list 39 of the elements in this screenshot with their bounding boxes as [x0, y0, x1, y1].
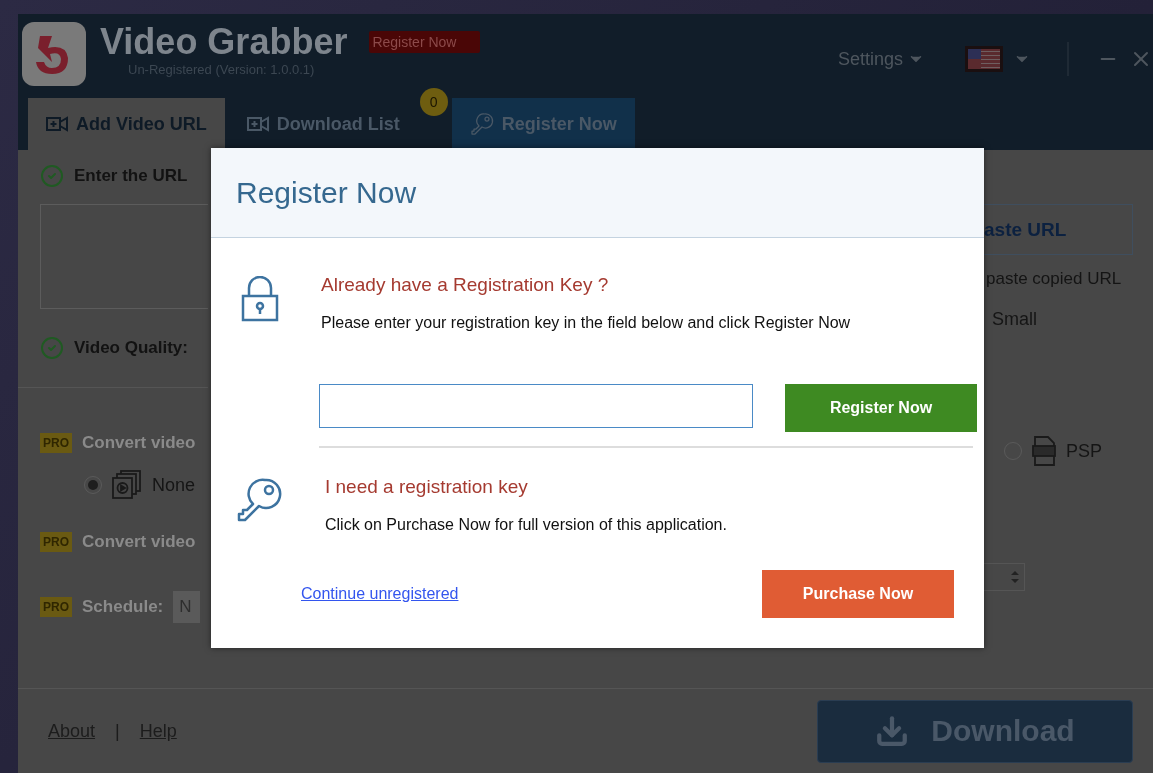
dialog-title: Register Now: [236, 175, 417, 210]
tab[interactable]: Register Now: [451, 98, 635, 150]
download-icon: [875, 714, 910, 748]
video-stack-icon: [112, 470, 142, 500]
us-flag-icon[interactable]: [965, 46, 1003, 72]
convert-label: Convert video: [82, 433, 196, 453]
schedule-label: Schedule:: [82, 597, 164, 617]
settings-menu[interactable]: Settings: [837, 48, 925, 70]
key-icon: [469, 112, 494, 136]
continue-unregistered-link[interactable]: Continue unregistered: [301, 585, 459, 603]
key-icon: [235, 476, 283, 524]
tab[interactable]: Download List: [228, 98, 418, 150]
pro-badge: PRO: [40, 597, 72, 617]
check-circle-icon: [40, 336, 64, 360]
register-now-button[interactable]: Register Now: [785, 384, 977, 432]
url-input-field[interactable]: [40, 204, 208, 309]
registration-key-field[interactable]: [319, 384, 753, 428]
register-now-badge[interactable]: Register Now: [369, 31, 481, 53]
tab[interactable]: Add Video URL: [28, 98, 225, 150]
app-title: Video Grabber: [100, 22, 348, 62]
convert-label: Convert video: [82, 532, 196, 552]
need-key-heading: I need a registration key: [325, 476, 529, 498]
need-key-text: Click on Purchase Now for full version of this application.: [325, 516, 728, 534]
video-add-icon: [46, 116, 68, 132]
count-badge: 0: [419, 88, 448, 116]
padlock-icon: [241, 276, 279, 322]
check-circle-icon: [40, 164, 64, 188]
spinner-field[interactable]: [984, 563, 1025, 591]
link-separator: |: [115, 720, 120, 742]
purchase-now-button[interactable]: Purchase Now: [762, 570, 954, 618]
pro-badge: PRO: [40, 532, 72, 552]
psp-file-icon: [1032, 436, 1056, 466]
paste-url-button[interactable]: aste URL: [984, 204, 1133, 255]
have-key-heading: Already have a Registration Key ?: [321, 274, 610, 296]
spinner-arrows-icon: [1010, 569, 1020, 585]
video-download-icon: [246, 116, 269, 132]
pro-badge: PRO: [40, 433, 72, 453]
have-key-text: Please enter your registration key in the field below and click Register Now: [321, 314, 852, 332]
app-logo: [22, 22, 86, 86]
